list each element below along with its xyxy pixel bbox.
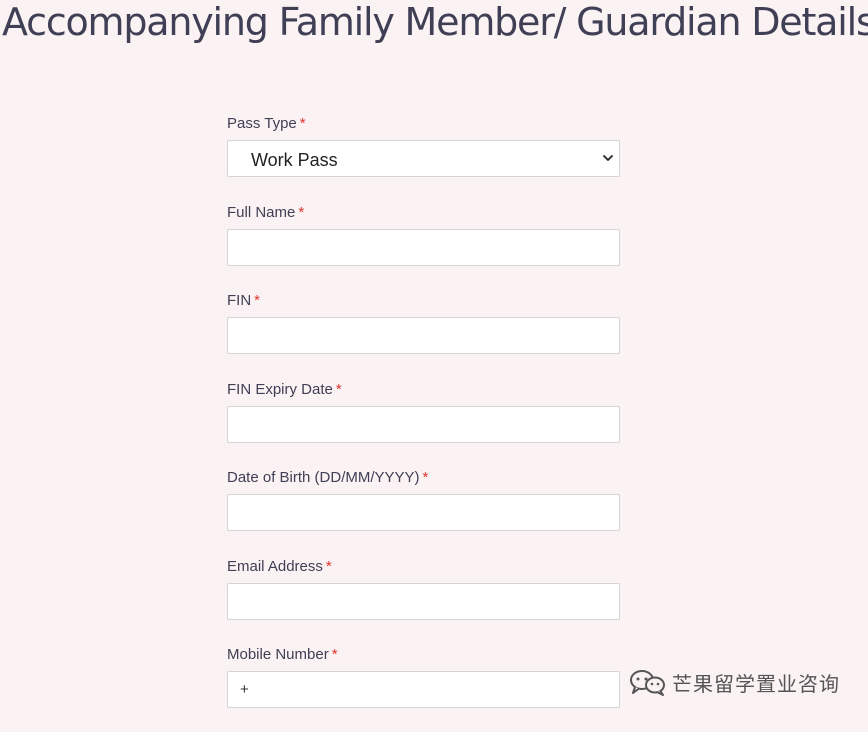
required-marker: *: [298, 203, 305, 221]
pass-type-field: Pass Type * Work Pass: [227, 112, 620, 201]
fin-expiry-date-input[interactable]: [227, 405, 620, 443]
email-field: Email Address *: [227, 555, 620, 644]
date-of-birth-label: Date of Birth (DD/MM/YYYY) *: [227, 469, 429, 486]
pass-type-label: Pass Type *: [227, 115, 306, 132]
guardian-details-form: Pass Type * Work Pass Full Name * FIN * FIN…: [227, 112, 620, 732]
watermark-text: 芒果留学置业咨询: [672, 671, 840, 696]
full-name-field: Full Name *: [227, 201, 620, 290]
pass-type-select[interactable]: Work Pass: [227, 140, 620, 177]
mobile-number-label: Mobile Number *: [227, 646, 338, 663]
fin-input[interactable]: [227, 317, 620, 354]
mobile-number-field: Mobile Number * +: [227, 643, 620, 732]
required-marker: *: [331, 646, 338, 663]
date-of-birth-input[interactable]: [227, 494, 620, 531]
required-marker: *: [325, 557, 332, 575]
email-label: Email Address *: [227, 557, 332, 575]
required-marker: *: [254, 292, 261, 309]
watermark: 芒果留学置业咨询: [628, 668, 840, 696]
date-of-birth-field: Date of Birth (DD/MM/YYYY) *: [227, 466, 620, 555]
required-marker: *: [299, 115, 306, 132]
email-input[interactable]: [227, 582, 620, 620]
fin-label: FIN *: [227, 292, 261, 309]
page-title: Accompanying Family Member/ Guardian Det…: [2, 0, 868, 44]
pass-type-selected-value: Work Pass: [251, 150, 338, 170]
fin-expiry-label: FIN Expiry Date *: [227, 380, 342, 398]
full-name-input[interactable]: [227, 228, 620, 266]
required-marker: *: [422, 469, 429, 486]
fin-field: FIN *: [227, 289, 620, 378]
full-name-label: Full Name *: [227, 203, 305, 221]
required-marker: *: [335, 380, 342, 398]
chevron-down-icon: [603, 155, 613, 161]
mobile-number-input[interactable]: +: [227, 671, 620, 708]
fin-expiry-field: FIN Expiry Date *: [227, 378, 620, 467]
mobile-country-code-prefix: +: [240, 681, 249, 698]
wechat-icon: [630, 670, 665, 696]
